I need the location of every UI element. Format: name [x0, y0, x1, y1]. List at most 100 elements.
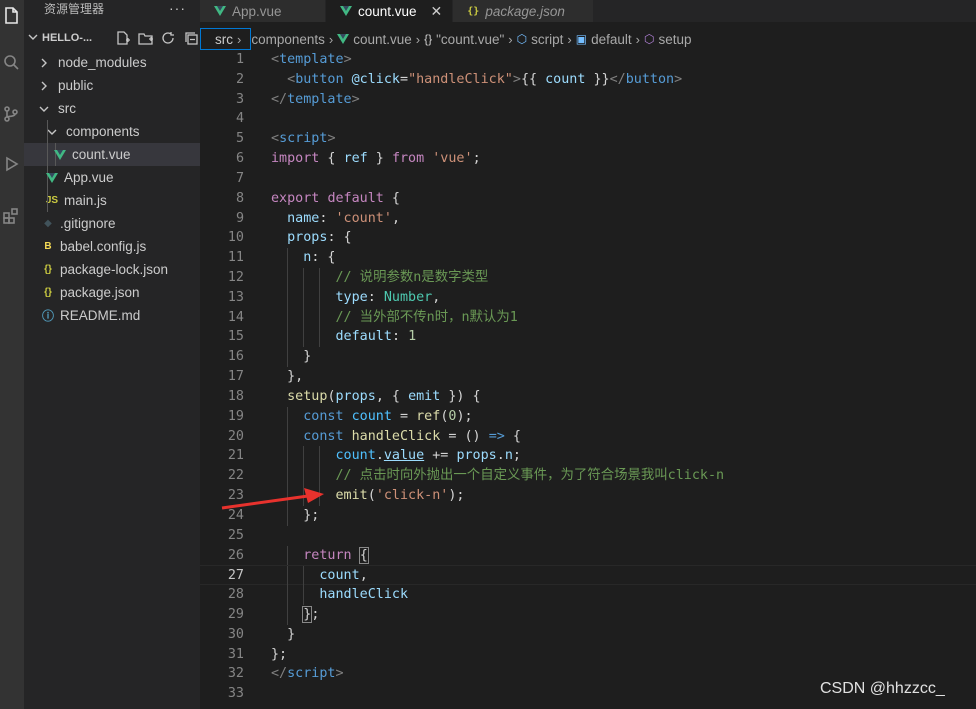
code-editor[interactable]: 1 <template> 2 <button @click="handleClick… [200, 50, 976, 709]
code-token: , { [375, 388, 409, 404]
code-token: = [400, 71, 409, 87]
breadcrumb-label: script [531, 31, 564, 47]
collapse-all-icon[interactable] [183, 30, 200, 47]
explorer-icon[interactable] [0, 2, 22, 30]
code-token: setup [287, 388, 328, 404]
line-number: 13 [227, 289, 244, 305]
tree-item-label: babel.config.js [60, 239, 147, 254]
explorer-title: 资源管理器 [44, 2, 105, 16]
close-icon[interactable]: ✕ [431, 3, 443, 20]
tab-label: App.vue [232, 3, 282, 19]
code-token: > [327, 131, 336, 147]
code-token: Number [383, 289, 433, 305]
breadcrumb: src › components › count.vue ›{} "count.vue" › ⬡… [200, 28, 976, 50]
code-token: < [287, 71, 296, 87]
breadcrumb-item[interactable]: components [251, 32, 325, 47]
tree-item[interactable]: ◆ .gitignore [24, 212, 200, 235]
code-text: setup(props, { emit }) { [271, 387, 481, 407]
code-text: return { [271, 546, 369, 566]
run-debug-icon[interactable] [0, 150, 22, 178]
code-token: script [287, 666, 336, 682]
tree-item[interactable]: node_modules [24, 51, 200, 74]
code-token: // 说明参数n是数字类型 [335, 270, 489, 286]
breadcrumb-item[interactable]: {} "count.vue" [424, 32, 504, 47]
code-line: 7 [200, 169, 976, 189]
code-token: = () [440, 428, 489, 444]
line-number: 28 [227, 587, 244, 603]
code-text: type: Number, [271, 288, 441, 308]
line-number: 14 [227, 309, 244, 325]
tree-item[interactable]: src [24, 97, 200, 120]
code-token: } [271, 626, 296, 642]
line-number: 5 [235, 131, 244, 147]
breadcrumb-label: count.vue [353, 31, 412, 47]
tree-item[interactable]: ⓘ README.md [24, 304, 200, 327]
code-token: : { [311, 250, 336, 266]
code-text: props: { [271, 228, 352, 248]
new-file-icon[interactable] [114, 30, 131, 47]
refresh-icon[interactable] [160, 30, 177, 47]
code-token: { [383, 190, 400, 206]
tab-count-vue[interactable]: count.vue ✕ [326, 0, 454, 22]
tree-item[interactable]: public [24, 74, 200, 97]
tree-item[interactable]: components [24, 120, 200, 143]
breadcrumb-item[interactable]: ▣ default [576, 32, 632, 47]
code-line: 27 count, [200, 565, 976, 587]
line-number: 15 [227, 329, 244, 345]
tab-app-vue[interactable]: App.vue [200, 0, 326, 22]
source-control-icon[interactable] [0, 100, 22, 128]
code-text: }; [271, 605, 319, 625]
line-number: 26 [227, 547, 244, 563]
line-number: 3 [235, 91, 244, 107]
code-token: default [327, 190, 384, 206]
code-token: // 当外部不传n时，n默认为1 [335, 309, 518, 325]
code-line: 2 <button @click="handleClick">{{ count … [200, 70, 976, 90]
chevron-right-icon [36, 81, 52, 91]
code-token: => [488, 428, 505, 444]
new-folder-icon[interactable] [137, 30, 154, 47]
code-text: } [271, 625, 295, 645]
search-icon[interactable] [0, 48, 22, 76]
braces-icon: {} [424, 32, 433, 46]
tab-label: count.vue [358, 3, 417, 19]
chevron-right-icon [36, 58, 52, 68]
project-header[interactable]: HELLO-... [24, 27, 200, 49]
line-number: 11 [227, 250, 244, 266]
tree-item[interactable]: {} package-lock.json [24, 258, 200, 281]
more-actions-button[interactable]: ··· [169, 0, 186, 20]
tab-package-json[interactable]: {} package.json [453, 0, 594, 22]
code-text: // 点击时向外抛出一个自定义事件，为了符合场景我叫click-n [271, 466, 725, 486]
tree-item[interactable]: Bbabel.config.js [24, 235, 200, 258]
code-token: type [335, 289, 368, 305]
extensions-icon[interactable] [0, 202, 22, 230]
breadcrumb-item[interactable]: count.vue [337, 32, 412, 47]
tree-item[interactable]: App.vue [24, 166, 200, 189]
code-text: name: 'count', [271, 209, 400, 229]
code-text: default: 1 [271, 327, 417, 347]
tree-item[interactable]: {} package.json [24, 281, 200, 304]
chevron-down-icon [24, 32, 42, 45]
code-line: 9 name: 'count', [200, 209, 976, 229]
code-text: <button @click="handleClick">{{ count }}… [271, 70, 682, 90]
breadcrumb-item[interactable]: ⬡ script [517, 32, 564, 47]
code-token: emit [408, 388, 441, 404]
code-line: 10 props: { [200, 228, 976, 248]
breadcrumb-src[interactable]: src › [200, 28, 252, 50]
code-line: 6 import { ref } from 'vue'; [200, 149, 976, 169]
breadcrumb-item[interactable]: ⬡ setup [644, 32, 692, 47]
tree-item[interactable]: count.vue [24, 143, 200, 166]
code-token: ); [456, 408, 473, 424]
tree-item[interactable]: JS main.js [24, 189, 200, 212]
code-token: 'count' [335, 210, 392, 226]
code-token: n [504, 448, 513, 464]
code-token: const [303, 428, 344, 444]
line-number: 17 [227, 369, 244, 385]
code-token: ); [448, 488, 465, 504]
code-line: 12 // 说明参数n是数字类型 [200, 268, 976, 289]
